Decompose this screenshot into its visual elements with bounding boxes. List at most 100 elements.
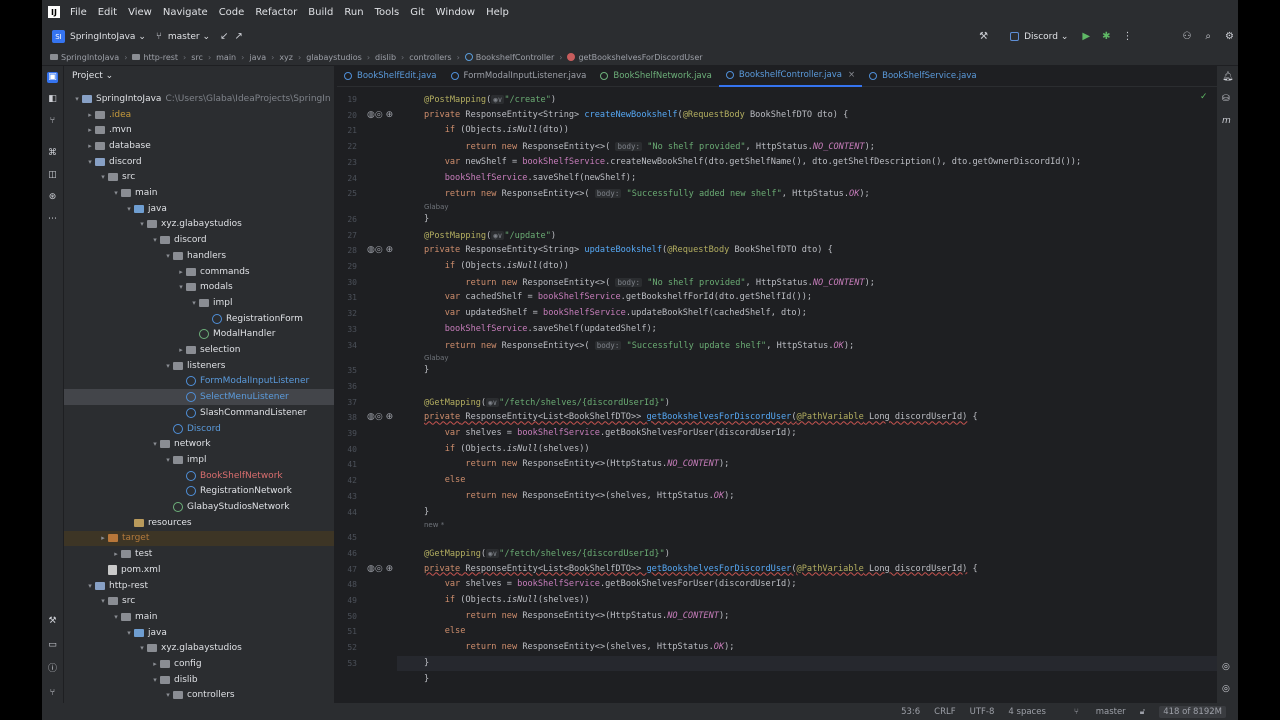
line-number[interactable]: 19 <box>337 95 357 104</box>
tree-item[interactable]: ▾ main <box>64 609 334 625</box>
tree-item[interactable]: ▸ selection <box>64 342 334 358</box>
chevron-right-icon[interactable]: ▸ <box>176 268 186 276</box>
intellij-logo-icon[interactable]: IJ <box>48 6 60 18</box>
tree-item[interactable]: ▾ xyz.glabaystudios <box>64 641 334 657</box>
pull-requests-icon[interactable]: ⑂ <box>47 116 58 127</box>
line-number[interactable]: 51 <box>337 627 357 636</box>
tree-item[interactable]: ▾ listeners <box>64 358 334 374</box>
chevron-right-icon[interactable]: ▸ <box>111 550 121 558</box>
menu-file[interactable]: File <box>70 7 87 18</box>
code-line[interactable]: if (Objects.isNull(shelves)) <box>424 442 590 458</box>
code-line[interactable]: } <box>424 212 429 228</box>
code-vision-author-hint[interactable]: Glabay <box>424 203 449 211</box>
code-line[interactable]: return new ResponseEntity<>( body: "Succ… <box>424 338 854 354</box>
tree-item[interactable]: ▾ discord <box>64 154 334 170</box>
chevron-down-icon[interactable]: ▾ <box>124 629 134 637</box>
notifications-bell-icon[interactable]: 🔔︎ <box>1222 72 1233 82</box>
chevron-down-icon[interactable]: ▾ <box>163 456 173 464</box>
line-number[interactable]: 22 <box>337 142 357 151</box>
code-line[interactable]: if (Objects.isNull(shelves)) <box>424 593 590 609</box>
chevron-right-icon[interactable]: ▸ <box>150 660 160 668</box>
line-number[interactable]: 43 <box>337 492 357 501</box>
code-vision-author-hint[interactable]: new * <box>424 521 444 529</box>
branch-switcher[interactable]: ⑂ master ⌄ <box>156 31 210 42</box>
chevron-down-icon[interactable]: ▾ <box>189 299 199 307</box>
chevron-down-icon[interactable]: ▾ <box>163 691 173 699</box>
line-number[interactable]: 26 <box>337 215 357 224</box>
run-configuration-select[interactable]: Discord ⌄ <box>1010 32 1068 42</box>
tree-item[interactable]: Discord <box>64 421 334 437</box>
chevron-right-icon[interactable]: ▸ <box>85 126 95 134</box>
code-line[interactable]: bookShelfService.saveShelf(updatedShelf)… <box>424 322 657 338</box>
tree-item[interactable]: ▾ src <box>64 170 334 186</box>
project-switcher[interactable]: SpringIntoJava ⌄ <box>70 32 146 42</box>
breadcrumb-item[interactable]: http-rest <box>143 53 178 62</box>
tree-item[interactable]: ▾ java <box>64 201 334 217</box>
menu-window[interactable]: Window <box>436 7 475 18</box>
line-number[interactable]: 23 <box>337 158 357 167</box>
build-tool-icon[interactable]: ⚒ <box>47 616 58 627</box>
line-number[interactable]: 28 <box>337 246 357 255</box>
tree-item[interactable]: ▾ discord <box>64 232 334 248</box>
search-icon[interactable]: ⌕ <box>1205 31 1211 42</box>
endpoint-gutter-icon[interactable]: ◍◎ ⊕ <box>367 110 393 120</box>
line-number[interactable]: 31 <box>337 293 357 302</box>
line-number[interactable]: 20 <box>337 111 357 120</box>
code-line[interactable]: @PostMapping(◉∨ "/create") <box>424 92 556 108</box>
chevron-down-icon[interactable]: ▾ <box>163 362 173 370</box>
plugins-tool-icon[interactable]: ◫ <box>47 170 58 181</box>
tree-item[interactable]: ▾ src <box>64 593 334 609</box>
line-number[interactable]: 48 <box>337 580 357 589</box>
menu-view[interactable]: View <box>128 7 152 18</box>
chevron-right-icon[interactable]: ▸ <box>85 111 95 119</box>
file-encoding[interactable]: UTF-8 <box>970 707 995 717</box>
tree-item[interactable]: ▾ java <box>64 625 334 641</box>
tree-item[interactable]: RegistrationForm <box>64 311 334 327</box>
chevron-down-icon[interactable]: ▾ <box>163 252 173 260</box>
code-line[interactable]: var updatedShelf = bookShelfService.upda… <box>424 306 807 322</box>
breadcrumb-item[interactable]: java <box>249 53 266 62</box>
line-number[interactable]: 34 <box>337 341 357 350</box>
code-line[interactable]: if (Objects.isNull(dto)) <box>424 123 569 139</box>
code-line[interactable]: @PostMapping(◉∨ "/update") <box>424 228 556 244</box>
code-line[interactable]: @GetMapping(◉∨ "/fetch/shelves/{discordUs… <box>424 395 670 411</box>
add-user-icon[interactable]: ⚇ <box>1182 31 1191 42</box>
menu-build[interactable]: Build <box>308 7 333 18</box>
tree-item[interactable]: ▾ handlers <box>64 248 334 264</box>
close-icon[interactable]: × <box>848 70 855 80</box>
tab-bookshelfservice[interactable]: BookShelfService.java <box>862 66 983 87</box>
tree-item[interactable]: ▸ test <box>64 546 334 562</box>
indent-setting[interactable]: 4 spaces <box>1008 707 1045 717</box>
inspection-ok-icon[interactable]: ✓ <box>1200 92 1208 102</box>
tree-item[interactable]: ▸ .idea <box>64 107 334 123</box>
menu-help[interactable]: Help <box>486 7 509 18</box>
code-line[interactable]: var shelves = bookShelfService.getBookSh… <box>424 426 797 442</box>
line-number[interactable]: 45 <box>337 533 357 542</box>
line-number[interactable]: 42 <box>337 476 357 485</box>
code-line[interactable]: var cachedShelf = bookShelfService.getBo… <box>424 290 812 306</box>
code-editor[interactable]: 19 @PostMapping(◉∨ "/create") 20 ◍◎ ⊕ private… <box>337 88 1217 700</box>
code-line[interactable]: } <box>424 363 429 379</box>
line-number[interactable]: 38 <box>337 413 357 422</box>
line-number[interactable]: 49 <box>337 596 357 605</box>
chevron-down-icon[interactable]: ▾ <box>111 189 121 197</box>
terminal-tool-icon[interactable]: ▭ <box>47 640 58 651</box>
chevron-down-icon[interactable]: ▾ <box>98 173 108 181</box>
line-number[interactable]: 39 <box>337 429 357 438</box>
tree-item[interactable]: ▸ commands <box>64 264 334 280</box>
code-line[interactable]: return new ResponseEntity<>(shelves, Htt… <box>424 640 734 656</box>
code-line[interactable]: @GetMapping(◉∨ "/fetch/shelves/{discordUs… <box>424 546 670 562</box>
line-number[interactable]: 33 <box>337 325 357 334</box>
breadcrumb-item[interactable]: getBookshelvesForDiscordUser <box>578 53 702 62</box>
line-separator[interactable]: CRLF <box>934 707 955 717</box>
endpoint-gutter-icon[interactable]: ◍◎ ⊕ <box>367 245 393 255</box>
chevron-down-icon[interactable]: ▾ <box>72 95 82 103</box>
tree-item[interactable]: ▾ dislib <box>64 672 334 688</box>
line-number[interactable]: 27 <box>337 231 357 240</box>
menu-refactor[interactable]: Refactor <box>255 7 297 18</box>
tab-bookshelfedit[interactable]: BookShelfEdit.java <box>337 66 444 87</box>
code-vision-author-hint[interactable]: Glabay <box>424 354 449 362</box>
line-number[interactable]: 35 <box>337 366 357 375</box>
chevron-down-icon[interactable]: ▾ <box>150 236 160 244</box>
code-line[interactable]: private ResponseEntity<List<BookShelfDTO… <box>424 410 978 426</box>
